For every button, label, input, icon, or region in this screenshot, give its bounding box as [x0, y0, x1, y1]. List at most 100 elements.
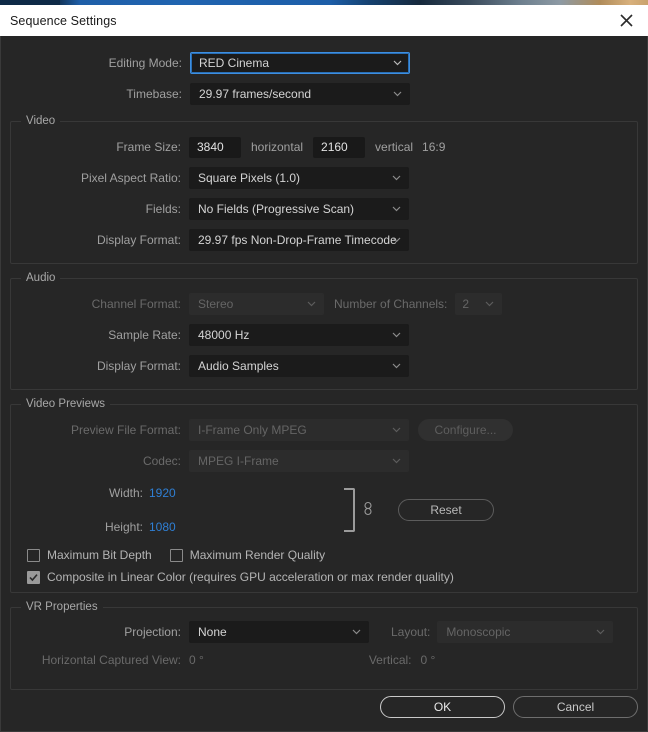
frame-height-value: 2160	[321, 140, 348, 154]
frame-height-input[interactable]: 2160	[313, 136, 366, 158]
preview-file-format-value: I-Frame Only MPEG	[198, 423, 307, 437]
pixel-aspect-value: Square Pixels (1.0)	[198, 171, 301, 185]
preview-file-format-label: Preview File Format:	[70, 423, 181, 437]
vertical-captured-view-label: Vertical:	[368, 653, 412, 667]
projection-label: Projection:	[124, 625, 181, 639]
codec-label: Codec:	[142, 454, 181, 468]
dialog-title: Sequence Settings	[10, 13, 117, 28]
video-display-format-row: Display Format: 29.97 fps Non-Drop-Frame…	[11, 227, 637, 253]
horizontal-captured-view-value: 0 °	[189, 653, 204, 667]
fields-label: Fields:	[145, 202, 181, 216]
chevron-down-icon	[485, 299, 494, 308]
vertical-label: vertical	[375, 140, 414, 154]
number-of-channels-select: 2	[455, 293, 503, 315]
pixel-aspect-select[interactable]: Square Pixels (1.0)	[189, 167, 409, 189]
projection-row: Projection: None Layout: Monoscopic	[11, 619, 637, 645]
number-of-channels-label: Number of Channels:	[334, 297, 448, 311]
channel-format-value: Stereo	[198, 297, 234, 311]
audio-group: Audio Channel Format: Stereo Number of C…	[10, 272, 638, 390]
projection-select[interactable]: None	[189, 621, 369, 643]
audio-display-format-value: Audio Samples	[198, 359, 279, 373]
vr-properties-group: VR Properties Projection: None Layout: M…	[10, 601, 638, 690]
ok-label: OK	[433, 700, 452, 714]
channel-format-select: Stereo	[189, 293, 324, 315]
preview-height-value[interactable]: 1080	[149, 520, 189, 534]
ok-button[interactable]: OK	[380, 696, 505, 718]
frame-width-value: 3840	[197, 140, 224, 154]
chevron-down-icon	[352, 627, 361, 636]
dialog-body: Editing Mode: RED Cinema Timebase: 29.97…	[0, 36, 648, 732]
editing-mode-select[interactable]: RED Cinema	[190, 52, 410, 74]
editing-mode-label: Editing Mode:	[108, 56, 182, 70]
codec-value: MPEG I-Frame	[198, 454, 279, 468]
channel-format-label: Channel Format:	[91, 297, 181, 311]
number-of-channels-value: 2	[462, 297, 470, 311]
audio-display-format-row: Display Format: Audio Samples	[11, 353, 637, 379]
layout-label: Layout:	[391, 625, 431, 639]
maximum-bit-depth-checkbox[interactable]	[27, 548, 40, 562]
chain-link-icon[interactable]	[363, 501, 373, 518]
preview-checkbox-row: Maximum Bit Depth Maximum Render Quality	[27, 548, 637, 562]
composite-linear-color-label: Composite in Linear Color (requires GPU …	[47, 570, 454, 584]
reset-button[interactable]: Reset	[398, 498, 494, 521]
video-previews-group-legend: Video Previews	[21, 398, 111, 410]
chevron-down-icon	[392, 361, 401, 370]
fields-select[interactable]: No Fields (Progressive Scan)	[189, 198, 409, 220]
projection-value: None	[198, 625, 227, 639]
frame-size-label: Frame Size:	[116, 140, 181, 154]
preview-file-format-select: I-Frame Only MPEG	[189, 419, 409, 441]
codec-select: MPEG I-Frame	[189, 450, 409, 472]
codec-row: Codec: MPEG I-Frame	[11, 448, 637, 474]
chevron-down-icon	[596, 627, 605, 636]
vertical-captured-view-value: 0 °	[420, 653, 436, 667]
timebase-row: Timebase: 29.97 frames/second	[10, 81, 638, 107]
dialog-footer: OK Cancel	[380, 696, 638, 718]
composite-linear-color-checkbox[interactable]	[27, 570, 40, 584]
composite-linear-row: Composite in Linear Color (requires GPU …	[27, 570, 637, 584]
chevron-down-icon	[392, 456, 401, 465]
video-display-format-label: Display Format:	[96, 233, 181, 247]
audio-display-format-select[interactable]: Audio Samples	[189, 355, 409, 377]
reset-label: Reset	[430, 502, 462, 517]
preview-width-value[interactable]: 1920	[149, 486, 189, 500]
horizontal-captured-view-label: Horizontal Captured View:	[41, 653, 181, 667]
channel-format-row: Channel Format: Stereo Number of Channel…	[11, 291, 637, 317]
chevron-down-icon	[392, 204, 401, 213]
layout-select: Monoscopic	[437, 621, 614, 643]
editing-mode-row: Editing Mode: RED Cinema	[10, 50, 638, 76]
pixel-aspect-label: Pixel Aspect Ratio:	[80, 171, 181, 185]
video-group: Video Frame Size: 3840 horizontal 2160 v…	[10, 115, 638, 264]
maximum-render-quality-checkbox[interactable]	[169, 548, 183, 562]
preview-file-format-row: Preview File Format: I-Frame Only MPEG C…	[11, 417, 637, 443]
fields-value: No Fields (Progressive Scan)	[198, 202, 355, 216]
audio-display-format-label: Display Format:	[96, 359, 181, 373]
timebase-value: 29.97 frames/second	[199, 87, 312, 101]
editing-mode-value: RED Cinema	[199, 56, 270, 70]
vr-properties-group-legend: VR Properties	[21, 601, 103, 613]
horizontal-label: horizontal	[251, 140, 304, 154]
fields-row: Fields: No Fields (Progressive Scan)	[11, 196, 637, 222]
video-previews-group: Video Previews Preview File Format: I-Fr…	[10, 398, 638, 593]
captured-view-row: Horizontal Captured View: 0 ° Vertical: …	[11, 647, 637, 673]
timebase-select[interactable]: 29.97 frames/second	[190, 83, 410, 105]
video-display-format-value: 29.97 fps Non-Drop-Frame Timecode	[198, 233, 397, 247]
configure-button: Configure...	[418, 419, 513, 441]
sample-rate-value: 48000 Hz	[198, 328, 250, 342]
frame-size-row: Frame Size: 3840 horizontal 2160 vertica…	[11, 134, 637, 160]
chevron-down-icon	[392, 425, 401, 434]
chevron-down-icon	[393, 58, 402, 67]
video-display-format-select[interactable]: 29.97 fps Non-Drop-Frame Timecode	[189, 229, 409, 251]
chevron-down-icon	[307, 299, 316, 308]
link-bracket-icon	[344, 487, 355, 532]
frame-width-input[interactable]: 3840	[189, 136, 241, 158]
cancel-button[interactable]: Cancel	[513, 696, 638, 718]
layout-value: Monoscopic	[446, 625, 511, 639]
preview-width-row: Width: 1920	[11, 480, 189, 505]
close-icon[interactable]	[604, 5, 648, 36]
sample-rate-select[interactable]: 48000 Hz	[189, 324, 409, 346]
timebase-label: Timebase:	[126, 87, 182, 101]
cancel-label: Cancel	[556, 700, 595, 714]
maximum-render-quality-label: Maximum Render Quality	[189, 548, 326, 562]
audio-group-legend: Audio	[21, 272, 61, 284]
maximum-bit-depth-label: Maximum Bit Depth	[47, 548, 152, 562]
